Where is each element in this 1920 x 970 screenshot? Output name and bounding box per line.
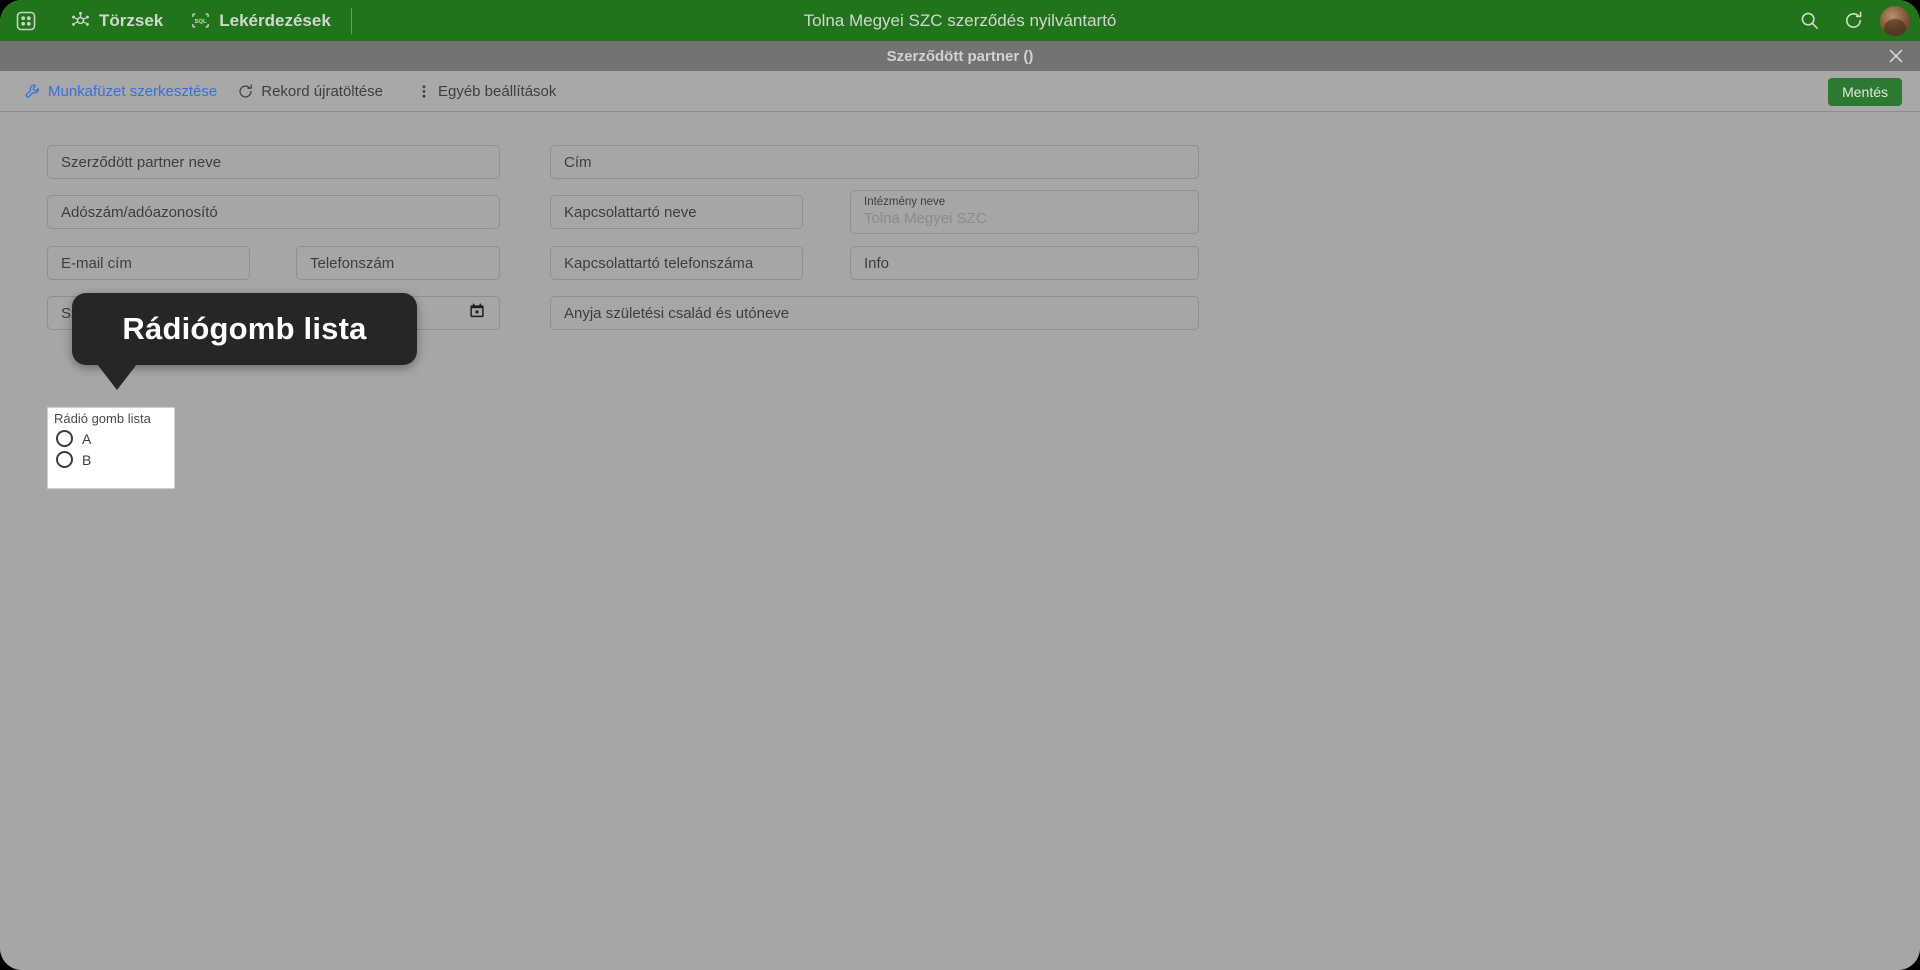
field-phone[interactable]: Telefonszám [296,246,500,280]
nav-divider [350,7,352,34]
field-email-placeholder: E-mail cím [61,254,132,272]
nodes-icon [71,11,90,30]
wrench-icon [24,83,41,100]
radio-option-b[interactable]: B [48,449,174,470]
toolbar-item-other-settings-label: Egyéb beállítások [437,82,557,100]
field-mother-name[interactable]: Anyja születési család és utóneve [550,296,1199,330]
nav-item-torzsek-label: Törzsek [99,10,164,30]
radio-circle-icon[interactable] [56,451,73,468]
field-info[interactable]: Info [850,246,1199,280]
calendar-icon[interactable] [469,303,485,324]
save-button[interactable]: Mentés [1828,78,1902,106]
field-partner-name-placeholder: Szerződött partner neve [61,153,222,171]
field-tax-number-placeholder: Adószám/adóazonosító [61,203,218,221]
field-contact-phone[interactable]: Kapcsolattartó telefonszáma [550,246,803,280]
field-partner-name[interactable]: Szerződött partner neve [47,145,500,179]
toolbar-item-reload-record-label: Rekord újratöltése [261,82,383,100]
field-mother-name-placeholder: Anyja születési család és utóneve [564,304,790,322]
field-institution-name-value: Tolna Megyei SZC [864,210,987,227]
field-institution-name[interactable]: Intézmény neve Tolna Megyei SZC [850,190,1199,234]
record-title: Szerződött partner () [886,47,1034,65]
nav-item-torzsek[interactable]: Törzsek [57,0,177,41]
tooltip-arrow-icon [97,364,137,390]
field-contact-name-placeholder: Kapcsolattartó neve [564,203,697,221]
radio-option-a[interactable]: A [48,428,174,449]
toolbar-item-other-settings[interactable]: Egyéb beállítások [407,71,566,112]
topbar-actions [1792,0,1910,41]
radio-group-card: Rádió gomb lista A B [47,407,175,489]
sql-icon: SQL [191,11,210,30]
nav-item-lekerdezesek[interactable]: SQL Lekérdezések [177,0,345,41]
refresh-icon [237,83,254,100]
search-icon[interactable] [1792,4,1826,38]
field-address-placeholder: Cím [564,153,592,171]
refresh-icon[interactable] [1836,4,1870,38]
toolbar-item-reload-record[interactable]: Rekord újratöltése [227,71,393,112]
close-icon[interactable] [1886,41,1906,71]
field-phone-placeholder: Telefonszám [310,254,395,272]
field-address[interactable]: Cím [550,145,1199,179]
radio-group-title: Rádió gomb lista [54,411,151,426]
field-contact-name[interactable]: Kapcsolattartó neve [550,195,803,229]
avatar[interactable] [1880,5,1910,36]
toolbar-item-edit-workbook-label: Munkafüzet szerkesztése [48,82,218,100]
field-email[interactable]: E-mail cím [47,246,250,280]
radio-option-a-label: A [82,430,92,447]
field-tax-number[interactable]: Adószám/adóazonosító [47,195,500,229]
app-window: Törzsek SQL Lekérdezések Tolna Megyei SZ… [0,0,1920,970]
svg-text:SQL: SQL [195,19,207,25]
radio-option-b-label: B [82,451,92,468]
field-info-placeholder: Info [864,254,890,272]
radio-circle-icon[interactable] [56,430,73,447]
tooltip-callout: Rádiógomb lista [72,293,417,365]
field-institution-name-label: Intézmény neve [864,196,946,208]
grid-apps-icon[interactable] [9,4,43,38]
form-area: Szerződött partner neve Adószám/adóazono… [0,112,1920,970]
topbar-left-group: Törzsek SQL Lekérdezések [0,0,358,41]
toolbar-item-edit-workbook[interactable]: Munkafüzet szerkesztése [14,71,227,112]
kebab-menu-icon [417,83,431,100]
record-title-bar: Szerződött partner () [0,41,1920,71]
top-app-bar: Törzsek SQL Lekérdezések Tolna Megyei SZ… [0,0,1920,41]
record-toolbar: Munkafüzet szerkesztése Rekord újratölté… [0,71,1920,112]
tooltip-text: Rádiógomb lista [122,311,367,346]
nav-item-lekerdezesek-label: Lekérdezések [219,10,331,30]
field-contact-phone-placeholder: Kapcsolattartó telefonszáma [564,254,754,272]
